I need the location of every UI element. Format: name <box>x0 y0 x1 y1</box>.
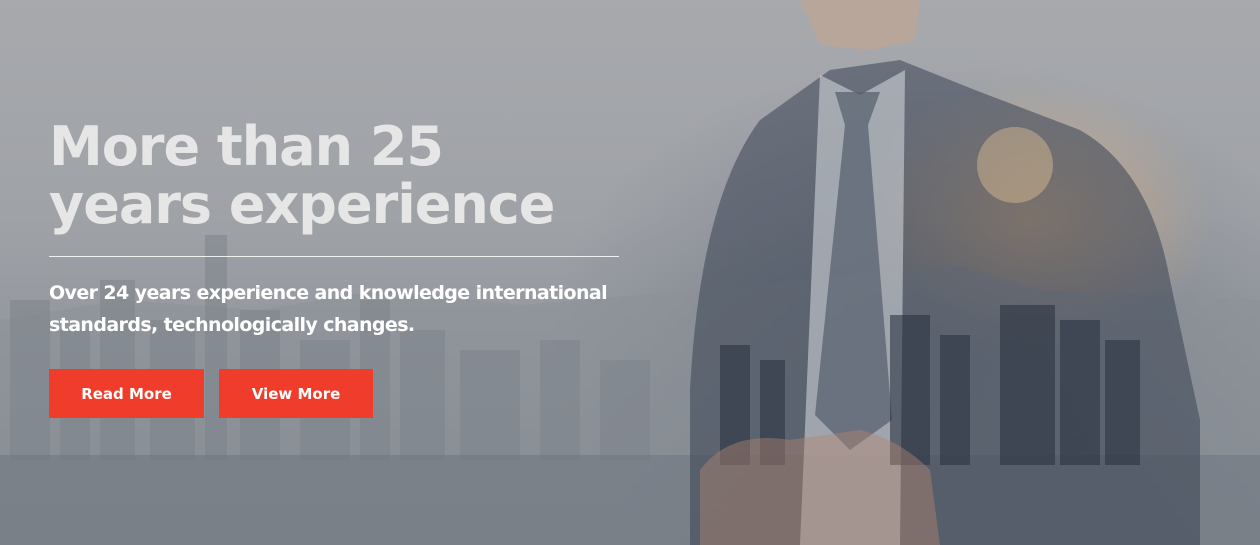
hero-content: More than 25 years experience Over 24 ye… <box>49 118 629 418</box>
read-more-button[interactable]: Read More <box>49 369 204 418</box>
hero-subtitle: Over 24 years experience and knowledge i… <box>49 282 608 336</box>
divider <box>49 256 619 257</box>
hero-banner: More than 25 years experience Over 24 ye… <box>0 0 1260 545</box>
hero-buttons: Read More View More <box>49 369 629 418</box>
hero-title: More than 25 years experience <box>49 115 555 236</box>
view-more-button[interactable]: View More <box>219 369 373 418</box>
